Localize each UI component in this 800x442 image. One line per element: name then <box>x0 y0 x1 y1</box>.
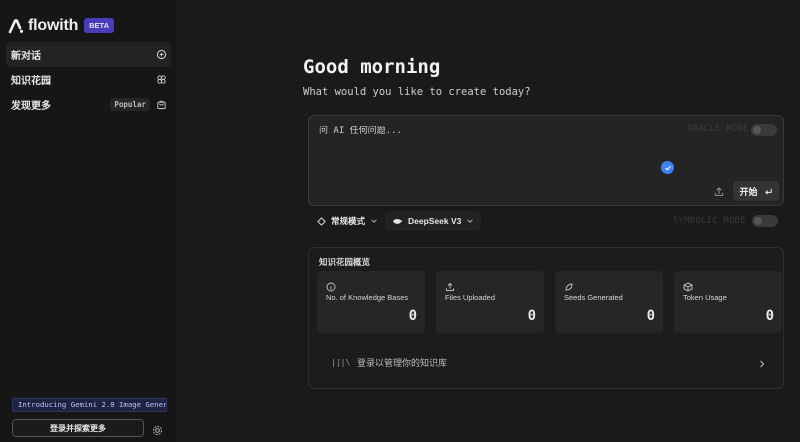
stat-value: 0 <box>765 308 774 324</box>
sidebar-item-label: 新对话 <box>11 51 41 62</box>
manage-knowledge-link[interactable]: |||\ 登录以管理你的知识库 <box>319 348 775 376</box>
main-content: Good morning What would you like to crea… <box>178 0 800 442</box>
mode-selector[interactable]: 常规模式 <box>310 211 385 231</box>
prompt-input[interactable] <box>319 126 639 136</box>
stat-label: Files Uploaded <box>445 293 496 302</box>
manage-knowledge-label: 登录以管理你的知识库 <box>357 357 448 368</box>
stat-label: Token Usage <box>683 293 727 302</box>
cube-icon <box>683 279 693 292</box>
symbolic-mode-toggle[interactable] <box>752 215 778 227</box>
app-root: flowith BETA 新对话 知识花园 发现更多 Popular Intro… <box>0 0 800 442</box>
sidebar-item-knowledge-garden[interactable]: 知识花园 <box>6 67 171 92</box>
oracle-mode-label: ORACLE MODE <box>687 124 749 134</box>
stat-card-seeds-generated: Seeds Generated 0 <box>555 271 663 333</box>
gear-icon[interactable] <box>152 423 163 436</box>
start-button-label: 开始 <box>739 186 758 197</box>
stat-label: Seeds Generated <box>564 293 623 302</box>
chevron-right-icon <box>757 356 767 368</box>
options-row: 常规模式 DeepSeek V3 SYMBOLIC MODE <box>308 211 784 231</box>
sidebar-item-label: 发现更多 <box>11 101 51 112</box>
prompt-composer: ORACLE MODE 开始 <box>308 115 784 206</box>
knowledge-overview-title: 知识花园概览 <box>319 257 371 267</box>
library-icon: |||\ <box>331 357 351 367</box>
sidebar-nav: 新对话 知识花园 发现更多 Popular <box>0 42 177 117</box>
brand[interactable]: flowith BETA <box>0 0 177 40</box>
page-title: Good morning <box>303 56 441 78</box>
flowith-logo-icon <box>8 18 24 33</box>
sidebar-item-new-chat[interactable]: 新对话 <box>6 42 171 67</box>
garden-icon <box>156 74 167 85</box>
seed-icon <box>564 279 574 291</box>
subtitle: What would you like to create today? <box>303 86 531 98</box>
bag-icon <box>156 99 167 110</box>
stat-card-knowledge-bases: No. of Knowledge Bases 0 <box>317 271 425 333</box>
announcement-banner[interactable]: Introducing Gemini 2.0 Image Gener… <box>12 398 167 412</box>
oracle-mode-toggle[interactable] <box>751 124 777 136</box>
check-icon <box>661 161 674 174</box>
model-selector[interactable]: DeepSeek V3 <box>385 211 482 231</box>
sidebar: flowith BETA 新对话 知识花园 发现更多 Popular Intro… <box>0 0 178 442</box>
chevron-down-icon <box>467 219 474 223</box>
deepseek-whale-icon <box>393 218 402 224</box>
enter-icon <box>764 188 772 195</box>
stat-value: 0 <box>646 308 655 324</box>
info-icon <box>326 279 336 292</box>
sidebar-item-discover[interactable]: 发现更多 Popular <box>6 92 171 117</box>
mode-label: 常规模式 <box>331 216 366 226</box>
stat-card-files-uploaded: Files Uploaded 0 <box>436 271 544 333</box>
popular-badge: Popular <box>110 98 150 111</box>
model-label: DeepSeek V3 <box>408 216 462 226</box>
stat-value: 0 <box>408 308 417 324</box>
beta-badge: BETA <box>84 18 115 33</box>
stat-value: 0 <box>527 308 536 324</box>
chat-plus-icon <box>156 49 167 60</box>
chevron-down-icon <box>371 219 377 223</box>
stat-label: No. of Knowledge Bases <box>326 293 409 302</box>
login-button[interactable]: 登录并探索更多 <box>12 419 144 437</box>
knowledge-overview-panel: 知识花园概览 No. of Knowledge Bases 0 Files Up… <box>308 247 784 389</box>
brand-name: flowith <box>28 16 79 34</box>
symbolic-mode-label: SYMBOLIC MODE <box>672 216 746 226</box>
share-icon[interactable] <box>713 185 725 197</box>
stat-card-token-usage: Token Usage 0 <box>674 271 782 333</box>
sidebar-item-label: 知识花园 <box>11 76 51 87</box>
upload-icon <box>445 279 455 291</box>
diamond-icon <box>317 216 326 226</box>
start-button[interactable]: 开始 <box>733 181 779 201</box>
